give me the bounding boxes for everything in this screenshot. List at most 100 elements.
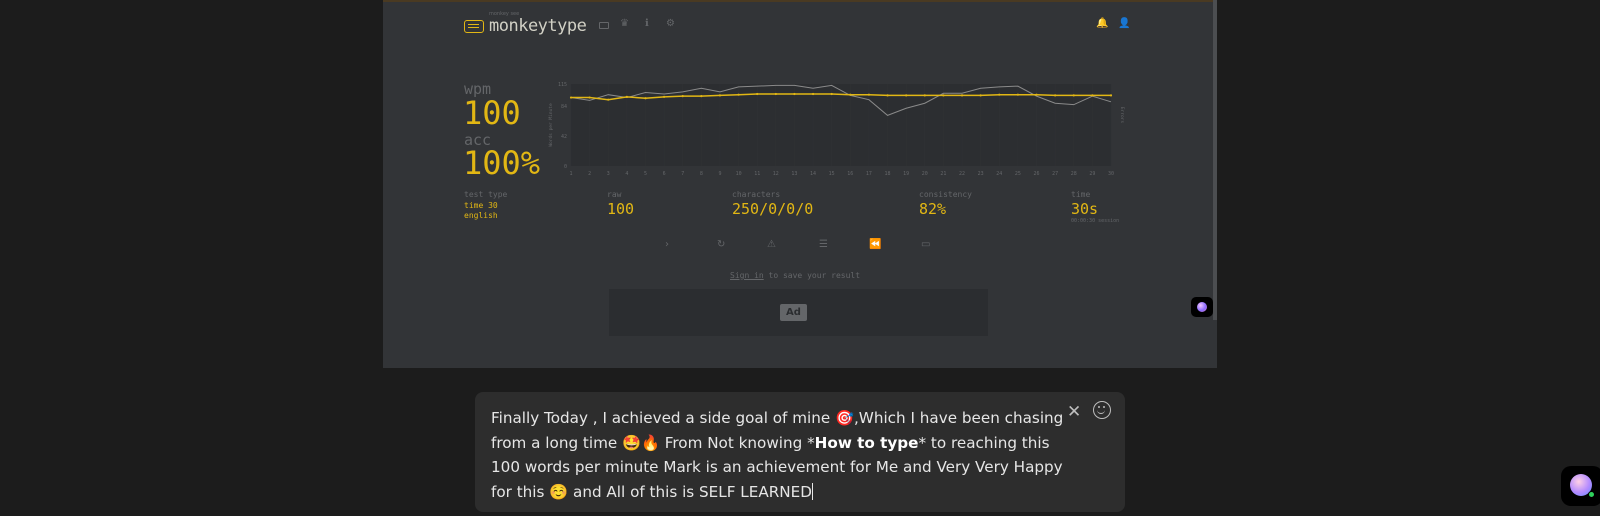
raw-value: 100	[607, 200, 635, 218]
target-emoji-icon: 🎯	[835, 409, 854, 427]
crown-icon[interactable]: ♛	[620, 19, 629, 29]
bell-icon[interactable]: 🔔	[1096, 19, 1108, 29]
user-icon[interactable]: 👤	[1118, 19, 1130, 29]
wpm-point	[942, 94, 945, 97]
chat-avatar-button[interactable]	[1561, 466, 1600, 506]
wpm-point	[867, 93, 871, 96]
wpm-point	[588, 96, 591, 99]
wpm-point	[644, 97, 647, 100]
x-tick-label: 21	[940, 171, 946, 177]
wpm-point	[960, 94, 964, 97]
extension-bubble[interactable]	[1191, 297, 1213, 317]
wpm-point	[718, 94, 722, 97]
characters-value: 250/0/0/0	[732, 200, 814, 218]
wpm-chart: 1 2 3 4 5 6 7 8 9 10 11 12 13 14 15 16 17 18 19 20 21 22 23 24 2…	[548, 82, 1125, 177]
wpm-point	[886, 94, 889, 97]
wpm-point	[569, 96, 573, 99]
x-tick-label: 2	[588, 171, 591, 177]
word-history-icon[interactable]: ☰	[819, 240, 828, 250]
wpm-point	[1054, 94, 1057, 97]
test-type-mode: time 30	[464, 201, 498, 210]
consistency-value: 82%	[919, 200, 947, 218]
wpm-point	[923, 94, 926, 97]
caption-line2c: * to reaching this	[918, 433, 1050, 452]
caption-box[interactable]: Finally Today , I achieved a side goal o…	[475, 392, 1125, 512]
replay-icon[interactable]: ⏪	[869, 240, 881, 250]
caption-text[interactable]: Finally Today , I achieved a side goal o…	[491, 406, 1066, 504]
x-tick-label: 1	[569, 171, 572, 177]
x-tick-label: 16	[847, 171, 853, 177]
y-tick-label: 84	[561, 104, 567, 110]
wpm-point	[998, 93, 1001, 96]
info-icon[interactable]: ℹ	[645, 19, 649, 29]
logo-tagline: monkey see	[489, 11, 520, 17]
caption-line3: 100 words per minute Mark is an achievem…	[491, 458, 1063, 476]
x-tick-label: 17	[866, 171, 872, 177]
characters-label: characters	[732, 190, 781, 199]
stage: monkey see monkeytype ♛ ℹ ⚙ 🔔 👤 wpm 100 …	[0, 0, 1600, 516]
x-tick-label: 23	[978, 171, 984, 177]
screenshot-icon[interactable]: ▭	[921, 240, 930, 250]
x-tick-label: 14	[810, 171, 816, 177]
wpm-point	[793, 92, 796, 96]
x-tick-label: 10	[736, 171, 742, 177]
extension-avatar-icon	[1197, 302, 1207, 312]
y-axis-label: Words per Minute	[548, 103, 554, 147]
caption-line2b: From Not knowing *	[659, 433, 815, 452]
x-tick-label: 24	[996, 171, 1002, 177]
session-time: 00:00:30 session	[1071, 218, 1120, 224]
wpm-point	[663, 95, 666, 98]
wpm-point	[979, 94, 982, 97]
caption-line1a: Finally Today , I achieved a side goal o…	[491, 409, 836, 427]
wpm-point	[811, 92, 815, 96]
next-test-icon[interactable]: ›	[665, 240, 669, 250]
wpm-point	[756, 92, 759, 96]
emoji-icon[interactable]	[1093, 401, 1111, 419]
caption-line1b: ,Which I have been chasing	[853, 409, 1064, 427]
signin-link[interactable]: Sign in	[730, 271, 764, 280]
y2-axis-label: Errors	[1119, 107, 1125, 124]
wpm-value: 100	[463, 94, 521, 132]
x-tick-label: 18	[885, 171, 891, 177]
smile-emoji-icon: ☺️	[549, 482, 569, 501]
caption-line2a: from a long time	[491, 433, 623, 452]
ad-label: Ad	[780, 304, 807, 321]
acc-value: 100%	[463, 144, 541, 182]
signin-rest: to save your result	[763, 271, 861, 280]
gear-icon[interactable]: ⚙	[666, 19, 675, 29]
wpm-point	[905, 94, 908, 97]
x-tick-label: 30	[1108, 171, 1114, 177]
y-tick-label: 115	[558, 82, 567, 88]
starstruck-emoji-icon: 🤩	[622, 433, 641, 452]
logo[interactable]: monkey see monkeytype	[464, 11, 587, 36]
test-type-language: english	[464, 211, 498, 220]
x-tick-label: 15	[829, 171, 835, 177]
x-tick-label: 13	[791, 171, 797, 177]
keyboard-logo-icon	[464, 19, 484, 33]
keyboard-icon[interactable]	[599, 22, 609, 29]
x-tick-label: 9	[718, 171, 721, 177]
scrollbar[interactable]	[1213, 0, 1217, 320]
y-tick-label: 0	[564, 164, 567, 170]
logo-text: monkeytype	[489, 16, 587, 36]
wpm-point	[849, 93, 852, 96]
wpm-point	[607, 98, 610, 101]
caption-bold: How to type	[814, 433, 919, 452]
fire-emoji-icon: 🔥	[640, 433, 660, 452]
y-tick-label: 42	[561, 134, 567, 140]
x-tick-label: 3	[607, 171, 610, 177]
caption-line4a: for this	[491, 482, 550, 501]
top-border	[383, 0, 1217, 2]
x-tick-label: 29	[1089, 171, 1095, 177]
wpm-point	[625, 95, 628, 98]
x-tick-label: 4	[625, 171, 628, 177]
restart-icon[interactable]: ↻	[717, 240, 725, 250]
x-tick-label: 20	[922, 171, 928, 177]
close-icon[interactable]: ✕	[1067, 402, 1081, 422]
report-icon[interactable]: ⚠	[767, 240, 776, 250]
raw-label: raw	[607, 190, 622, 199]
consistency-label: consistency	[919, 190, 972, 199]
wpm-point	[1016, 93, 1019, 96]
x-tick-label: 5	[644, 171, 647, 177]
plot-area	[571, 84, 1111, 166]
